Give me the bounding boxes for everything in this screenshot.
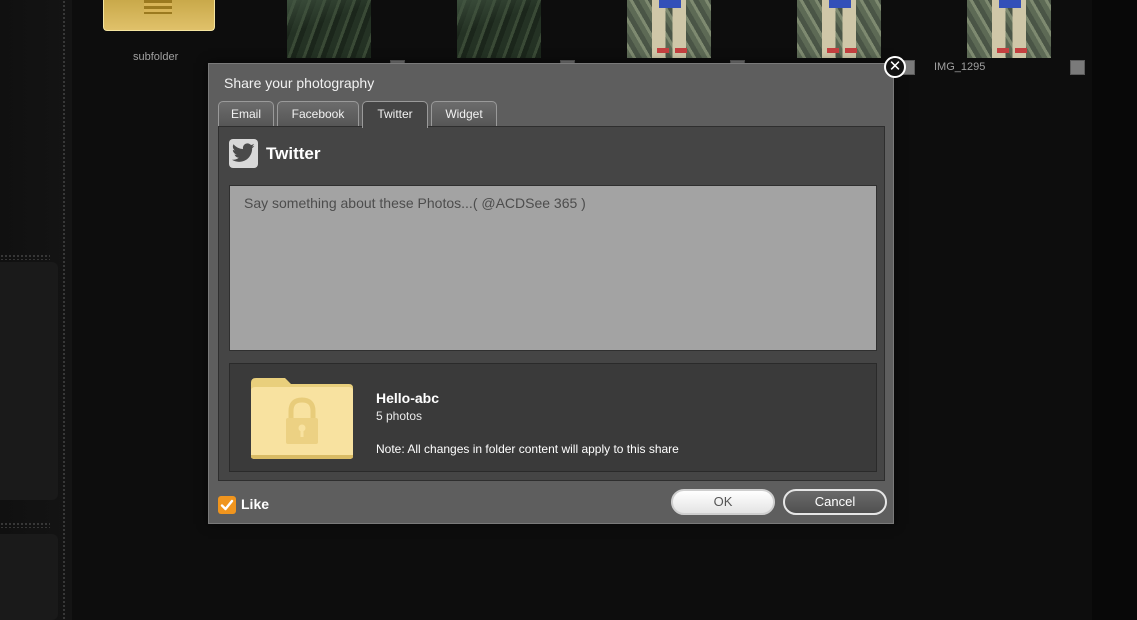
twitter-panel: Twitter Hello-abc 5 photos Note: All cha… xyxy=(218,126,885,481)
locked-folder-icon xyxy=(249,375,355,461)
checkmark-icon xyxy=(220,499,234,511)
close-button[interactable]: ✕ xyxy=(884,56,906,78)
photo-thumbnail[interactable] xyxy=(797,0,881,58)
photo-thumbnail[interactable] xyxy=(287,0,371,58)
dialog-title: Share your photography xyxy=(224,75,375,91)
photo-thumbnail[interactable] xyxy=(457,0,541,58)
tab-twitter[interactable]: Twitter xyxy=(362,101,428,128)
photo-thumbnail[interactable] xyxy=(967,0,1051,58)
tab-email[interactable]: Email xyxy=(218,101,274,127)
share-dialog: Share your photography ✕ Email Facebook … xyxy=(208,56,906,524)
tweet-message-input[interactable] xyxy=(229,185,877,351)
gallery-scroll-track xyxy=(1092,0,1137,620)
sidebar-panel xyxy=(0,534,58,620)
twitter-heading: Twitter xyxy=(266,144,321,163)
sidebar-divider xyxy=(0,522,50,528)
left-sidebar xyxy=(0,0,72,620)
subfolder-thumbnail[interactable] xyxy=(103,0,215,31)
share-note: Note: All changes in folder content will… xyxy=(376,442,679,456)
sidebar-resize-handle[interactable] xyxy=(62,0,66,620)
shared-photo-count: 5 photos xyxy=(376,409,423,423)
tab-widget[interactable]: Widget xyxy=(431,101,497,127)
sidebar-panel xyxy=(0,262,58,500)
sidebar-divider xyxy=(0,254,50,260)
close-icon: ✕ xyxy=(888,58,902,75)
image-label: IMG_1295 xyxy=(934,61,986,73)
like-checkbox[interactable] xyxy=(218,496,236,514)
shared-folder-card: Hello-abc 5 photos Note: All changes in … xyxy=(229,363,877,472)
like-label: Like xyxy=(241,496,270,512)
twitter-bird-icon xyxy=(229,139,258,168)
ok-button[interactable]: OK xyxy=(671,489,775,515)
cancel-button[interactable]: Cancel xyxy=(783,489,887,515)
photo-thumbnail[interactable] xyxy=(627,0,711,58)
tab-facebook[interactable]: Facebook xyxy=(277,101,359,127)
shared-folder-name: Hello-abc xyxy=(376,390,440,406)
photo-select-checkbox[interactable] xyxy=(1070,60,1085,75)
subfolder-label: subfolder xyxy=(133,51,179,63)
